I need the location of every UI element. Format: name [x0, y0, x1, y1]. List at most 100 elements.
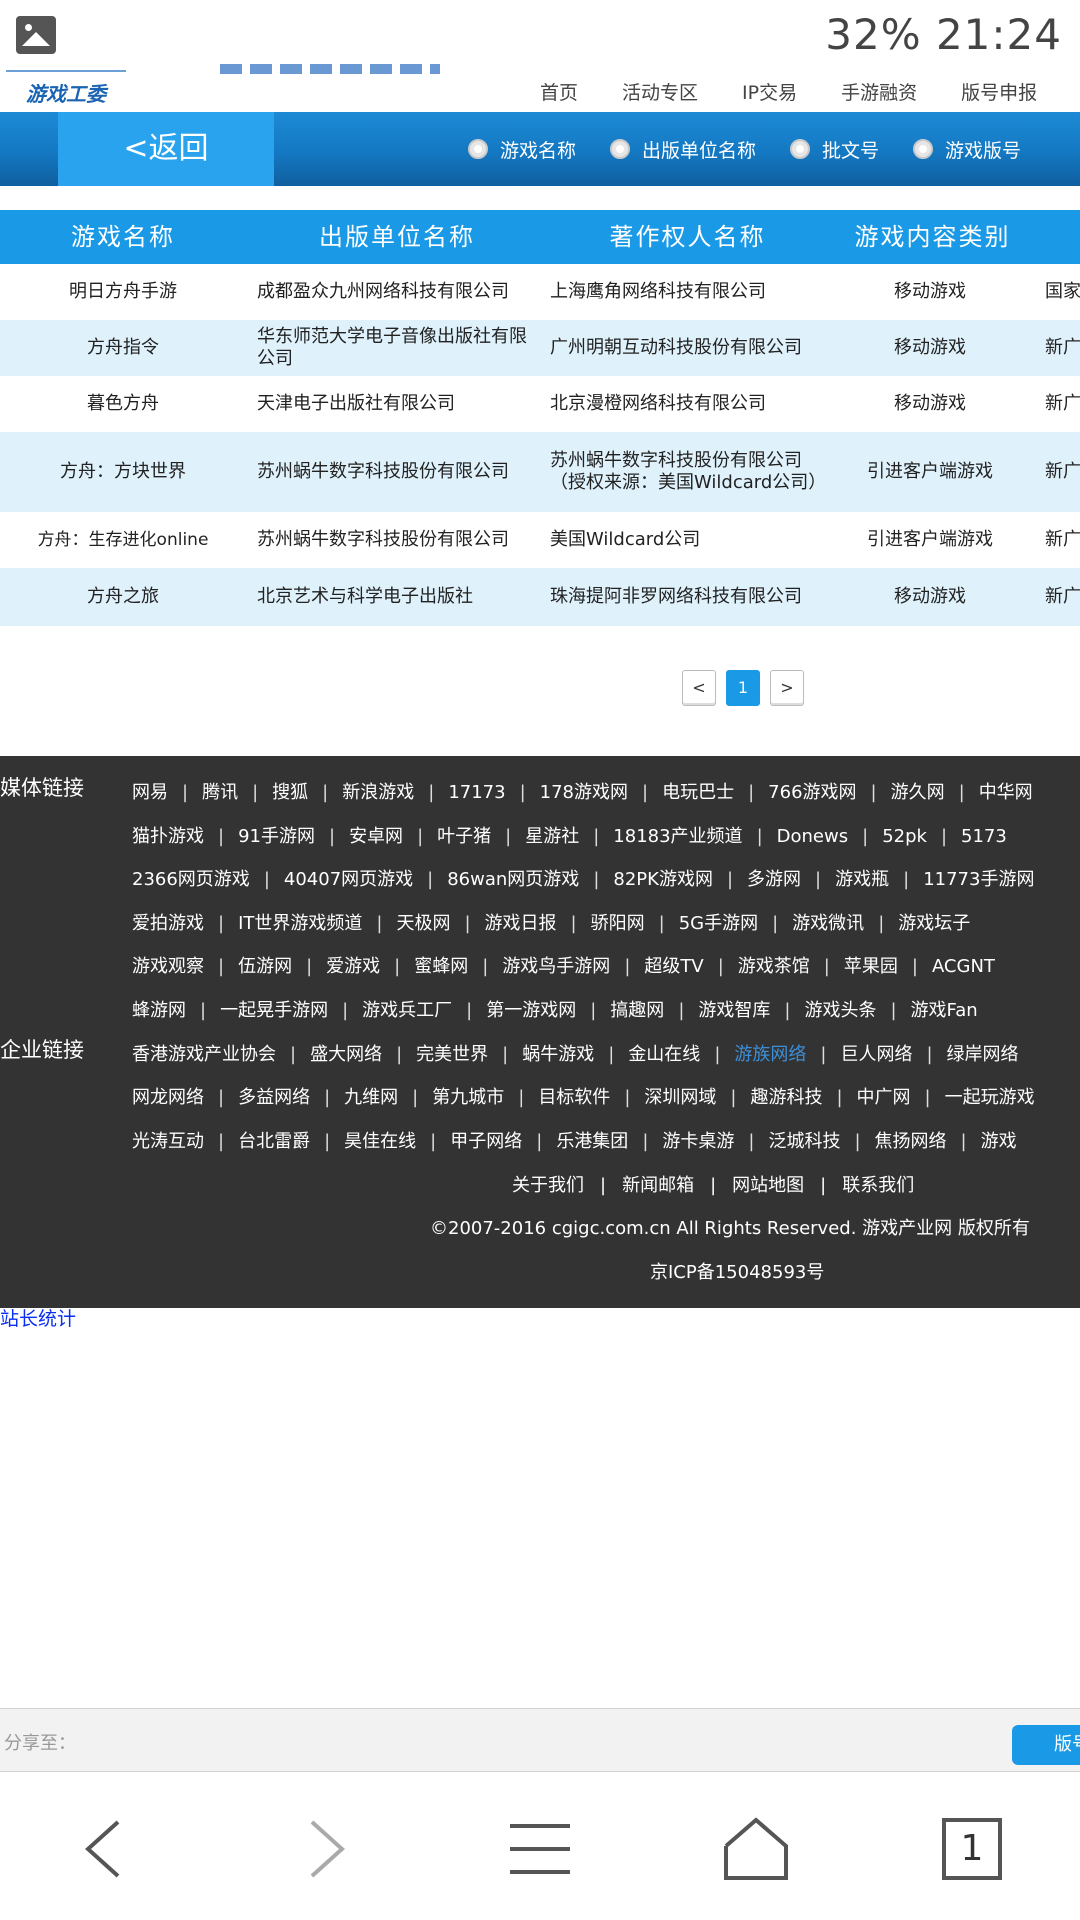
footer-link[interactable]: Donews — [777, 826, 848, 847]
footer-link[interactable]: 游戏兵工厂 — [362, 1000, 452, 1021]
footer-link[interactable]: 金山在线 — [628, 1044, 700, 1065]
footer-link[interactable]: 蜗牛游戏 — [522, 1044, 594, 1065]
news-email-link[interactable]: 新闻邮箱 — [622, 1175, 694, 1196]
footer-link[interactable]: 一起玩游戏 — [945, 1087, 1035, 1108]
footer-link[interactable]: 游戏日报 — [485, 913, 557, 934]
radio-game-license[interactable]: 游戏版号 — [913, 136, 1021, 163]
footer-link[interactable]: 盛大网络 — [310, 1044, 382, 1065]
footer-link[interactable]: 中华网 — [979, 782, 1033, 803]
table-row[interactable]: 方舟：方块世界 苏州蜗牛数字科技股份有限公司 苏州蜗牛数字科技股份有限公司（授权… — [0, 432, 1080, 512]
footer-link[interactable]: 深圳网域 — [644, 1087, 716, 1108]
table-row[interactable]: 方舟之旅 北京艺术与科学电子出版社 珠海提阿非罗网络科技有限公司 移动游戏 新广 — [0, 568, 1080, 626]
footer-link[interactable]: 游卡桌游 — [662, 1131, 734, 1152]
footer-link[interactable]: 叶子猪 — [437, 826, 491, 847]
nav-mobile-finance[interactable]: 手游融资 — [841, 78, 917, 105]
footer-link[interactable]: 18183产业频道 — [613, 826, 742, 847]
footer-link[interactable]: 搜狐 — [272, 782, 308, 803]
table-row[interactable]: 方舟：生存进化online 苏州蜗牛数字科技股份有限公司 美国Wildcard公… — [0, 512, 1080, 568]
nav-home[interactable]: 首页 — [540, 78, 578, 105]
footer-link[interactable]: 昊佳在线 — [344, 1131, 416, 1152]
footer-link[interactable]: 网龙网络 — [132, 1087, 204, 1108]
footer-link[interactable]: 九维网 — [344, 1087, 398, 1108]
footer-link[interactable]: 游久网 — [891, 782, 945, 803]
footer-link[interactable]: 86wan网页游戏 — [447, 869, 579, 890]
footer-link[interactable]: 中广网 — [857, 1087, 911, 1108]
radio-circle-icon[interactable] — [790, 139, 811, 159]
footer-link[interactable]: 第一游戏网 — [486, 1000, 576, 1021]
footer-link[interactable]: 17173 — [448, 782, 505, 803]
footer-link[interactable]: 趣游科技 — [750, 1087, 822, 1108]
page-1-button[interactable]: 1 — [726, 670, 760, 706]
footer-link[interactable]: 蜜蜂网 — [414, 956, 468, 977]
footer-link[interactable]: ACGNT — [932, 956, 995, 977]
footer-link[interactable]: 52pk — [882, 826, 927, 847]
footer-link[interactable]: 安卓网 — [349, 826, 403, 847]
table-row[interactable]: 方舟指令 华东师范大学电子音像出版社有限公司 广州明朝互动科技股份有限公司 移动… — [0, 320, 1080, 376]
footer-link[interactable]: 爱游戏 — [326, 956, 380, 977]
footer-link[interactable]: IT世界游戏频道 — [238, 913, 362, 934]
contact-us-link[interactable]: 联系我们 — [842, 1175, 914, 1196]
nav-activity[interactable]: 活动专区 — [622, 78, 698, 105]
radio-circle-icon[interactable] — [610, 139, 631, 159]
footer-link[interactable]: 香港游戏产业协会 — [132, 1044, 276, 1065]
site-logo[interactable]: 游戏工委 — [6, 70, 126, 106]
footer-link[interactable]: 电玩巴士 — [662, 782, 734, 803]
radio-publisher-name[interactable]: 出版单位名称 — [610, 136, 756, 163]
footer-link[interactable]: 游戏瓶 — [835, 869, 889, 890]
footer-link[interactable]: 游族网络 — [734, 1044, 806, 1065]
footer-link[interactable]: 目标软件 — [538, 1087, 610, 1108]
footer-link[interactable]: 乐港集团 — [556, 1131, 628, 1152]
footer-link[interactable]: 甲子网络 — [450, 1131, 522, 1152]
site-map-link[interactable]: 网站地图 — [732, 1175, 804, 1196]
footer-link[interactable]: 40407网页游戏 — [284, 869, 413, 890]
menu-icon[interactable] — [500, 1816, 580, 1882]
footer-link[interactable]: 网易 — [132, 782, 168, 803]
footer-link[interactable]: 5G手游网 — [679, 913, 758, 934]
footer-link[interactable]: 焦扬网络 — [875, 1131, 947, 1152]
footer-link[interactable]: 伍游网 — [238, 956, 292, 977]
footer-link[interactable]: 游戏茶馆 — [738, 956, 810, 977]
icp-number[interactable]: 京ICP备15048593号 — [650, 1258, 824, 1284]
footer-link[interactable]: 178游戏网 — [540, 782, 628, 803]
table-row[interactable]: 暮色方舟 天津电子出版社有限公司 北京漫橙网络科技有限公司 移动游戏 新广 — [0, 376, 1080, 432]
footer-link[interactable]: 搞趣网 — [610, 1000, 664, 1021]
footer-link[interactable]: 游戏智库 — [698, 1000, 770, 1021]
license-button[interactable]: 版号 — [1012, 1725, 1080, 1765]
footer-link[interactable]: 766游戏网 — [768, 782, 856, 803]
footer-link[interactable]: 猫扑游戏 — [132, 826, 204, 847]
footer-link[interactable]: 第九城市 — [432, 1087, 504, 1108]
footer-link[interactable]: 82PK游戏网 — [613, 869, 713, 890]
footer-link[interactable]: 多游网 — [747, 869, 801, 890]
radio-approval-number[interactable]: 批文号 — [790, 136, 879, 163]
footer-link[interactable]: 苹果园 — [844, 956, 898, 977]
footer-link[interactable]: 91手游网 — [238, 826, 315, 847]
nav-license-apply[interactable]: 版号申报 — [961, 78, 1037, 105]
footer-link[interactable]: 5173 — [961, 826, 1007, 847]
radio-circle-icon[interactable] — [913, 139, 934, 159]
tabs-count-icon[interactable]: 1 — [932, 1816, 1012, 1882]
about-us-link[interactable]: 关于我们 — [512, 1175, 584, 1196]
footer-link[interactable]: 泛城科技 — [768, 1131, 840, 1152]
footer-link[interactable]: 多益网络 — [238, 1087, 310, 1108]
footer-link[interactable]: 绿岸网络 — [947, 1044, 1019, 1065]
footer-link[interactable]: 天极网 — [396, 913, 450, 934]
next-page-button[interactable]: > — [770, 670, 804, 706]
radio-circle-icon[interactable] — [468, 139, 488, 159]
footer-link[interactable]: 游戏微讯 — [792, 913, 864, 934]
footer-link[interactable]: 游戏Fan — [911, 1000, 978, 1021]
table-row[interactable]: 明日方舟手游 成都盈众九州网络科技有限公司 上海鹰角网络科技有限公司 移动游戏 … — [0, 264, 1080, 320]
footer-link[interactable]: 一起晃手游网 — [220, 1000, 328, 1021]
footer-link[interactable]: 骄阳网 — [591, 913, 645, 934]
nav-ip-trade[interactable]: IP交易 — [742, 78, 797, 105]
footer-link[interactable]: 完美世界 — [416, 1044, 488, 1065]
footer-link[interactable]: 11773手游网 — [923, 869, 1034, 890]
footer-link[interactable]: 蜂游网 — [132, 1000, 186, 1021]
footer-link[interactable]: 台北雷爵 — [238, 1131, 310, 1152]
back-arrow-icon[interactable] — [66, 1816, 146, 1882]
back-button[interactable]: <返回 — [58, 112, 274, 186]
footer-link[interactable]: 游戏坛子 — [898, 913, 970, 934]
footer-link[interactable]: 腾讯 — [202, 782, 238, 803]
footer-link[interactable]: 游戏观察 — [132, 956, 204, 977]
footer-link[interactable]: 超级TV — [644, 956, 703, 977]
footer-link[interactable]: 新浪游戏 — [342, 782, 414, 803]
